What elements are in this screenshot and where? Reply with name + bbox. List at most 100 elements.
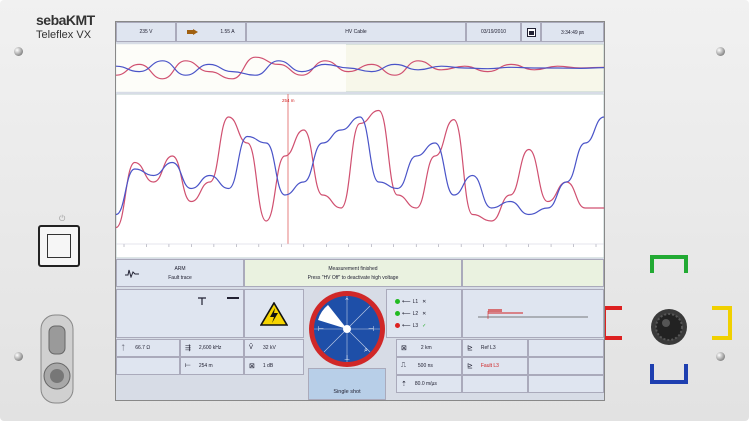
phase-row-l2: ⟵ L2 ✕ <box>395 308 426 320</box>
distance-icon: ⟝ <box>185 362 191 369</box>
velocity-cell[interactable]: ⇡ 80.0 m/µs <box>396 375 462 393</box>
empty-cell <box>528 357 604 375</box>
dash-icon <box>227 297 239 299</box>
power-button[interactable] <box>38 225 80 267</box>
knob-icon <box>651 309 687 345</box>
phase-row-l3: ⟵ L3 ✓ <box>395 320 426 332</box>
screw-icon <box>716 352 725 361</box>
usb-port[interactable] <box>40 314 74 404</box>
range-cell[interactable]: ⊠ 2 km <box>396 339 462 357</box>
rotary-knob[interactable] <box>650 308 688 346</box>
arm-waveform-icon <box>125 269 139 278</box>
empty-cell <box>528 339 604 357</box>
power-button-face <box>47 234 71 258</box>
device-housing: sebaKMT Teleflex VX ⏻ 235 V 1.55 A HV Ca… <box>0 0 749 421</box>
distance-cell[interactable]: ⟝ 254 m <box>180 357 244 375</box>
single-shot-label: Single shot <box>333 389 361 395</box>
screw-icon <box>14 352 23 361</box>
tau-icon <box>198 297 206 305</box>
red-key[interactable] <box>602 306 622 340</box>
gain-icon: ⊠ <box>249 363 255 370</box>
mini-trace-panel[interactable] <box>462 289 604 338</box>
phase-led-red-icon <box>395 323 400 328</box>
phase-led-green-icon <box>395 299 400 304</box>
calendar-cell[interactable] <box>521 22 541 42</box>
plug-cell: 1.55 A <box>176 22 246 42</box>
time-cell: 3:34:49 ㏘ <box>541 22 604 42</box>
distance-value: 254 m <box>198 363 213 369</box>
mini-trace-icon <box>478 308 588 319</box>
arrow-icon: ⟵ <box>402 323 411 329</box>
empty-cell <box>528 375 604 393</box>
frequency-cell[interactable]: ⇶ 2,600 kHz <box>180 339 244 357</box>
arm-subtitle: Fault trace <box>168 274 192 281</box>
pulse-icon: ⎍ <box>401 362 406 369</box>
screw-icon <box>14 47 23 56</box>
hv-icon: V̂ <box>249 345 254 351</box>
wheel-left-icon: ⊢ <box>318 325 324 333</box>
empty-cell <box>116 357 180 375</box>
pulse-cell[interactable]: ⎍ 500 ns <box>396 357 462 375</box>
frequency-value: 2,600 kHz <box>198 345 222 351</box>
function-panel[interactable] <box>116 289 244 338</box>
velocity-icon: ⇡ <box>401 381 407 388</box>
resistance-value: 66.7 Ω <box>135 345 151 351</box>
status-panel: Measurement finished Press "HV Off" to d… <box>244 259 462 287</box>
hv-cell[interactable]: V̂ 32 kV <box>244 339 304 357</box>
phase-row-l1: ⟵ L1 ✕ <box>395 296 426 308</box>
status-line-2: Press "HV Off" to deactivate high voltag… <box>307 274 399 281</box>
wheel-search-icon: ⌕ <box>364 346 368 354</box>
overview-chart[interactable] <box>116 44 604 92</box>
status-line-1: Measurement finished <box>328 265 378 272</box>
voltage-value: 235 V <box>139 29 153 35</box>
brand-logo: sebaKMT <box>36 12 95 28</box>
right-status-panel <box>462 259 604 287</box>
calendar-icon <box>526 27 536 37</box>
brand-block: sebaKMT Teleflex VX <box>36 12 116 41</box>
frequency-icon: ⇶ <box>185 345 191 352</box>
arm-panel[interactable]: ARM Fault trace <box>116 259 244 287</box>
phase-label: L2 <box>412 310 419 317</box>
function-wheel[interactable]: ⌃ ⊣ ⊥ ⊢ ⌕ <box>308 290 386 368</box>
wheel-right-icon: ⊣ <box>368 325 374 333</box>
fault-value: Fault L3 <box>480 363 499 369</box>
cursor-label: 254 m <box>282 98 295 103</box>
phase-state: ✓ <box>422 322 427 329</box>
power-symbol: ⏻ <box>59 214 66 223</box>
mode-cell: HV Cable <box>246 22 466 42</box>
mode-label: HV Cable <box>345 29 367 35</box>
gain-cell[interactable]: ⊠ 1 dB <box>244 357 304 375</box>
phase-panel[interactable]: ⟵ L1 ✕ ⟵ L2 ✕ ⟵ L3 ✓ <box>386 289 462 338</box>
phase-state: ✕ <box>422 310 427 317</box>
arrow-icon: ⟵ <box>402 299 411 305</box>
empty-cell <box>462 375 528 393</box>
resistance-icon: ᛏ <box>121 344 126 352</box>
plug-icon <box>187 29 199 35</box>
phase-state: ✕ <box>422 298 427 305</box>
date-value: 03/19/2010 <box>480 29 507 35</box>
screw-icon <box>716 47 725 56</box>
fault-icon: ⊵ <box>467 363 473 370</box>
range-icon: ⊠ <box>401 345 407 352</box>
ref-cell[interactable]: ⊵ Ref L3 <box>462 339 528 357</box>
ref-icon: ⊵ <box>467 345 473 352</box>
blue-key[interactable] <box>650 364 688 384</box>
green-key[interactable] <box>650 255 688 273</box>
single-shot-button[interactable]: Single shot <box>308 368 386 400</box>
arrow-icon: ⟵ <box>402 311 411 317</box>
yellow-key[interactable] <box>712 306 732 340</box>
wheel-down-icon: ⊥ <box>344 354 350 362</box>
resistance-cell[interactable]: ᛏ 66.7 Ω <box>116 339 180 357</box>
fault-cell[interactable]: ⊵ Fault L3 <box>462 357 528 375</box>
wheel-up-icon: ⌃ <box>344 297 350 305</box>
main-trace-chart[interactable]: 254 m <box>116 94 604 258</box>
phase-label: L1 <box>412 298 419 305</box>
display-screen: 235 V 1.55 A HV Cable 03/19/2010 3:34:49… <box>115 21 605 401</box>
ref-value: Ref L3 <box>480 345 496 351</box>
usb-port-icon <box>40 314 74 404</box>
phase-label: L3 <box>412 322 419 329</box>
voltage-cell: 235 V <box>116 22 176 42</box>
velocity-value: 80.0 m/µs <box>414 381 437 387</box>
date-cell: 03/19/2010 <box>466 22 521 42</box>
range-value: 2 km <box>420 345 432 351</box>
